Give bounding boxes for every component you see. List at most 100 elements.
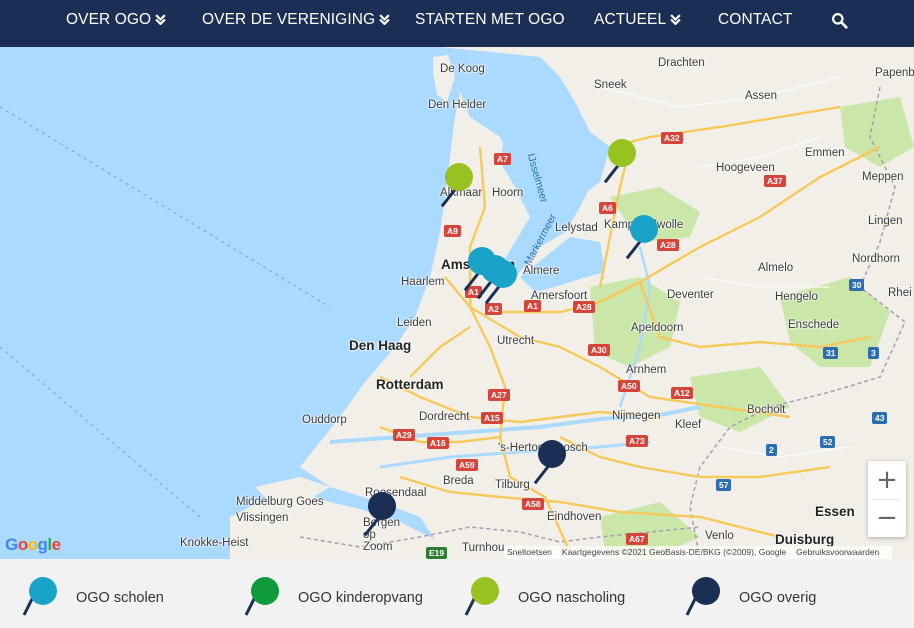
road-shield: A28 bbox=[573, 301, 595, 313]
place-label: Bocholt bbox=[747, 404, 786, 416]
road-shield: A16 bbox=[427, 437, 449, 449]
road-shield: A1 bbox=[524, 300, 541, 312]
zoom-in-button[interactable]: + bbox=[868, 461, 906, 499]
nav-label: CONTACT bbox=[718, 11, 793, 28]
road-shield: A59 bbox=[456, 459, 478, 471]
google-logo[interactable]: Google bbox=[5, 535, 61, 555]
road-shield: A50 bbox=[618, 380, 640, 392]
road-shield: A73 bbox=[626, 435, 648, 447]
map-legend: OGO scholen OGO kinderopvang OGO naschol… bbox=[0, 559, 914, 628]
place-label: Den Helder bbox=[428, 99, 487, 111]
place-label: Vlissingen bbox=[236, 512, 289, 524]
terms-link[interactable]: Gebruiksvoorwaarden bbox=[796, 547, 879, 557]
place-label: Kleef bbox=[675, 419, 702, 431]
road-shield: E19 bbox=[426, 547, 448, 559]
place-label: Eindhoven bbox=[547, 511, 602, 523]
place-label: Emmen bbox=[805, 147, 845, 159]
place-label: Tilburg bbox=[495, 479, 530, 491]
place-label: Assen bbox=[745, 90, 777, 102]
place-label: Nijmegen bbox=[612, 410, 661, 422]
zoom-out-button[interactable]: − bbox=[868, 499, 906, 537]
place-label: Knokke-Heist bbox=[180, 537, 249, 549]
shortcuts-link[interactable]: Sneltoetsen bbox=[507, 547, 552, 557]
road-shield: 3 bbox=[868, 347, 879, 359]
place-label: Hoorn bbox=[492, 187, 524, 199]
road-shield: 43 bbox=[872, 412, 888, 424]
main-navigation: OVER OGO OVER DE VERENIGING STARTEN MET … bbox=[0, 0, 914, 47]
pin-icon bbox=[464, 577, 499, 616]
nav-label: OVER OGO bbox=[66, 11, 152, 28]
place-label: Den Haag bbox=[349, 338, 412, 353]
double-chevron-down-icon bbox=[155, 14, 166, 25]
place-label: Venlo bbox=[705, 530, 734, 542]
place-label: Ouddorp bbox=[302, 414, 347, 426]
place-label: Drachten bbox=[658, 57, 705, 69]
legend-label: OGO scholen bbox=[76, 590, 164, 606]
pin-head bbox=[630, 215, 658, 243]
place-label: Meppen bbox=[862, 171, 904, 183]
legend-label: OGO overig bbox=[739, 590, 817, 606]
place-label: Leiden bbox=[397, 317, 432, 329]
road-shield: A15 bbox=[481, 412, 503, 424]
place-label: Rotterdam bbox=[376, 377, 444, 392]
place-label: Hengelo bbox=[775, 291, 818, 303]
road-shield: A28 bbox=[657, 239, 679, 251]
place-label: Utrecht bbox=[497, 335, 535, 347]
place-label: De Koog bbox=[440, 63, 485, 75]
map-view[interactable]: De Koog Den Helder Sneek Drachten Papenb… bbox=[0, 47, 914, 559]
place-label: Deventer bbox=[667, 289, 714, 301]
road-shield: A7 bbox=[494, 153, 511, 165]
road-shield: 52 bbox=[820, 436, 836, 448]
place-label: Duisburg bbox=[775, 532, 835, 547]
pin-head bbox=[445, 163, 473, 191]
double-chevron-down-icon bbox=[670, 14, 681, 25]
place-label: Hoogeveen bbox=[716, 162, 775, 174]
nav-label: ACTUEEL bbox=[594, 11, 667, 28]
pin-icon bbox=[244, 577, 279, 616]
nav-item-actueel[interactable]: ACTUEEL bbox=[594, 0, 681, 40]
place-label: Apeldoorn bbox=[631, 322, 684, 334]
nav-item-over-de-vereniging[interactable]: OVER DE VERENIGING bbox=[202, 0, 390, 40]
map-attribution: Sneltoetsen Kaartgegevens ©2021 GeoBasis-… bbox=[504, 546, 893, 559]
place-label: Sneek bbox=[594, 79, 627, 91]
nav-label: STARTEN MET OGO bbox=[415, 11, 565, 28]
place-label: Enschede bbox=[788, 319, 840, 331]
place-label: Almelo bbox=[758, 262, 794, 274]
map-data-text: Kaartgegevens ©2021 GeoBasis-DE/BKG (©20… bbox=[561, 547, 787, 557]
pin-head bbox=[608, 139, 636, 167]
road-shield: A37 bbox=[764, 175, 786, 187]
nav-item-contact[interactable]: CONTACT bbox=[718, 0, 792, 40]
legend-label: OGO nascholing bbox=[518, 590, 626, 606]
road-shield: A58 bbox=[522, 498, 544, 510]
place-label: Breda bbox=[443, 475, 474, 487]
place-label: Arnhem bbox=[626, 364, 667, 376]
pin-icon bbox=[22, 577, 57, 616]
place-label: Bergen op Zoom bbox=[363, 517, 401, 553]
place-label: Lingen bbox=[868, 215, 903, 227]
road-shield: A12 bbox=[671, 387, 693, 399]
place-label: Dordrecht bbox=[419, 411, 470, 423]
search-icon[interactable] bbox=[831, 12, 848, 29]
pin-icon bbox=[685, 577, 720, 616]
pin-head bbox=[489, 260, 517, 288]
place-label: Almere bbox=[523, 265, 560, 277]
pin-head bbox=[368, 492, 396, 520]
road-shield: A6 bbox=[599, 202, 616, 214]
pin-head bbox=[538, 440, 566, 468]
place-label: Lelystad bbox=[555, 222, 598, 234]
zoom-controls: + − bbox=[868, 461, 906, 537]
place-label: Essen bbox=[815, 504, 855, 519]
road-shield: A32 bbox=[661, 132, 683, 144]
road-shield: A29 bbox=[393, 429, 415, 441]
place-label: Turnhou bbox=[462, 542, 505, 554]
nav-label: OVER DE VERENIGING bbox=[202, 11, 376, 28]
road-shield: 2 bbox=[766, 444, 777, 456]
road-shield: A2 bbox=[485, 303, 502, 315]
road-shield: 30 bbox=[849, 279, 865, 291]
nav-item-starten-met-ogo[interactable]: STARTEN MET OGO bbox=[415, 0, 565, 40]
road-shield: 31 bbox=[823, 347, 839, 359]
road-shield: A30 bbox=[588, 344, 610, 356]
nav-item-over-ogo[interactable]: OVER OGO bbox=[66, 0, 166, 40]
place-label: Middelburg Goes bbox=[236, 496, 324, 508]
road-shield: A9 bbox=[444, 225, 461, 237]
